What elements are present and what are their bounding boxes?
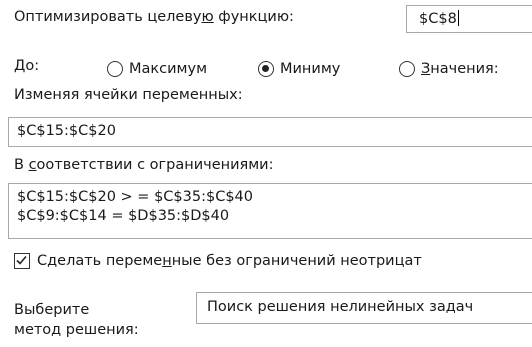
radio-value-icon[interactable]: [399, 61, 415, 77]
constraints-list[interactable]: $C$15:$C$20 > = $C$35:$C$40 $C$9:$C$14 =…: [8, 183, 532, 239]
nonnegative-checkbox[interactable]: [14, 253, 30, 269]
radio-minimum[interactable]: Миниму: [258, 61, 340, 77]
radio-maximum-icon[interactable]: [107, 61, 123, 77]
radio-maximum[interactable]: Максимум: [107, 61, 207, 77]
radio-value[interactable]: Значения:: [399, 61, 499, 77]
radio-value-label: Значения:: [421, 61, 499, 77]
nonnegative-label: Сделать переменные без ограничений неотр…: [37, 253, 422, 269]
text-caret: [457, 10, 459, 26]
radio-minimum-label: Миниму: [280, 61, 341, 77]
objective-input[interactable]: $C$8: [406, 5, 532, 33]
constraints-label: В соответствии с ограничениями:: [14, 157, 274, 173]
nonnegative-option[interactable]: Сделать переменные без ограничений неотр…: [14, 253, 422, 269]
radio-minimum-icon[interactable]: [258, 61, 274, 77]
method-label: Выберите метод решения:: [14, 300, 184, 340]
variables-input[interactable]: $C$15:$C$20: [8, 117, 532, 147]
method-label-line1: Выберите: [14, 302, 90, 318]
variables-label: Изменяя ячейки переменных:: [14, 87, 243, 103]
checkmark-icon: [16, 255, 27, 265]
objective-label: Оптимизировать целевую функцию:: [14, 9, 294, 25]
constraint-item[interactable]: $C$15:$C$20 > = $C$35:$C$40: [17, 188, 532, 207]
constraint-item[interactable]: $C$9:$C$14 = $D$35:$D$40: [17, 207, 532, 226]
to-label: До:: [14, 58, 40, 74]
method-label-line2: метод решения:: [14, 322, 139, 338]
radio-maximum-label: Максимум: [129, 61, 208, 77]
method-select[interactable]: Поиск решения нелинейных задач: [196, 292, 532, 324]
